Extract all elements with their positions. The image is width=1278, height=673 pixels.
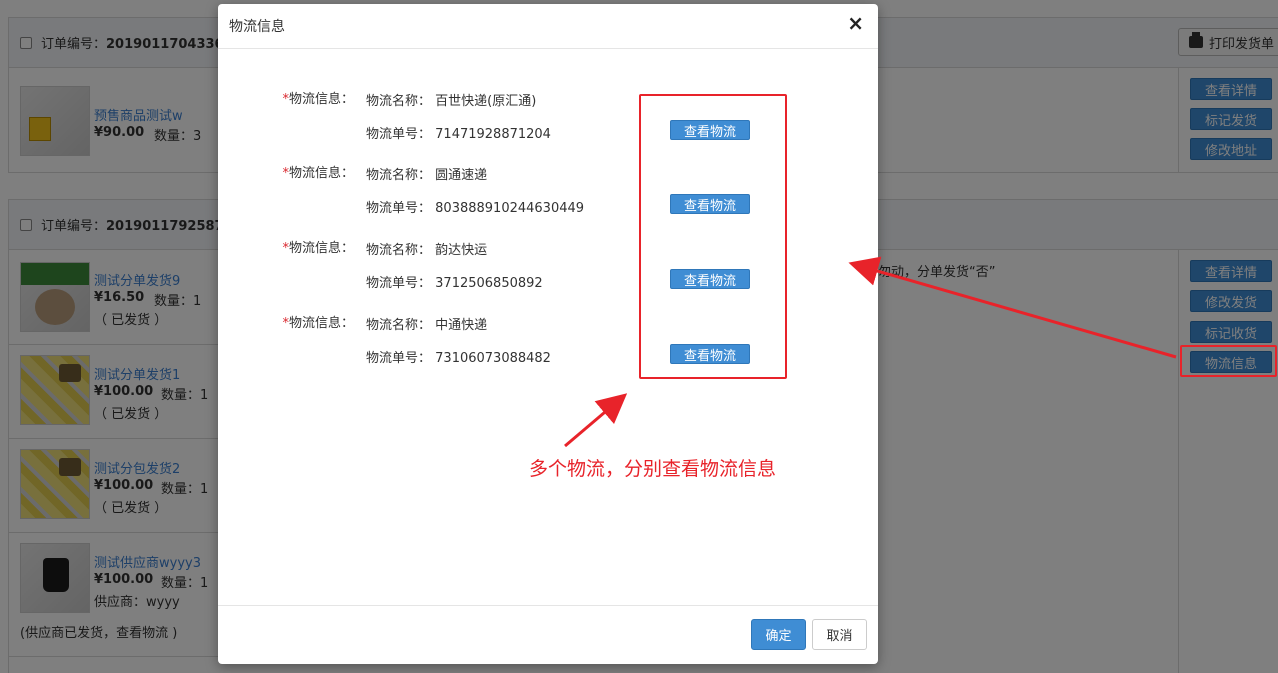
highlight-box-view-buttons <box>639 94 787 379</box>
carrier-name: 物流名称： 韵达快运 <box>366 243 488 258</box>
tracking-number: 物流单号： 71471928871204 <box>366 127 551 142</box>
carrier-name: 物流名称： 百世快递(原汇通) <box>366 94 537 109</box>
tracking-number: 物流单号： 3712506850892 <box>366 276 543 291</box>
dialog-footer: 确定 取消 <box>218 605 878 664</box>
tracking-number: 物流单号： 803888910244630449 <box>366 201 585 216</box>
logistics-entry-label: *物流信息： <box>282 92 354 107</box>
dialog-title: 物流信息 <box>229 19 285 35</box>
carrier-name: 物流名称： 圆通速递 <box>366 168 488 183</box>
confirm-button[interactable]: 确定 <box>751 619 806 650</box>
carrier-name: 物流名称： 中通快递 <box>366 318 488 333</box>
logistics-entry-label: *物流信息： <box>282 316 354 331</box>
dialog-header: 物流信息 × <box>218 4 878 49</box>
tracking-number: 物流单号： 73106073088482 <box>366 351 551 366</box>
annotation-text: 多个物流，分别查看物流信息 <box>529 458 777 480</box>
logistics-entry-label: *物流信息： <box>282 166 354 181</box>
logistics-entry-label: *物流信息： <box>282 241 354 256</box>
cancel-button[interactable]: 取消 <box>812 619 867 650</box>
highlight-box-logistics-button <box>1180 345 1277 377</box>
close-icon[interactable]: × <box>847 13 864 33</box>
